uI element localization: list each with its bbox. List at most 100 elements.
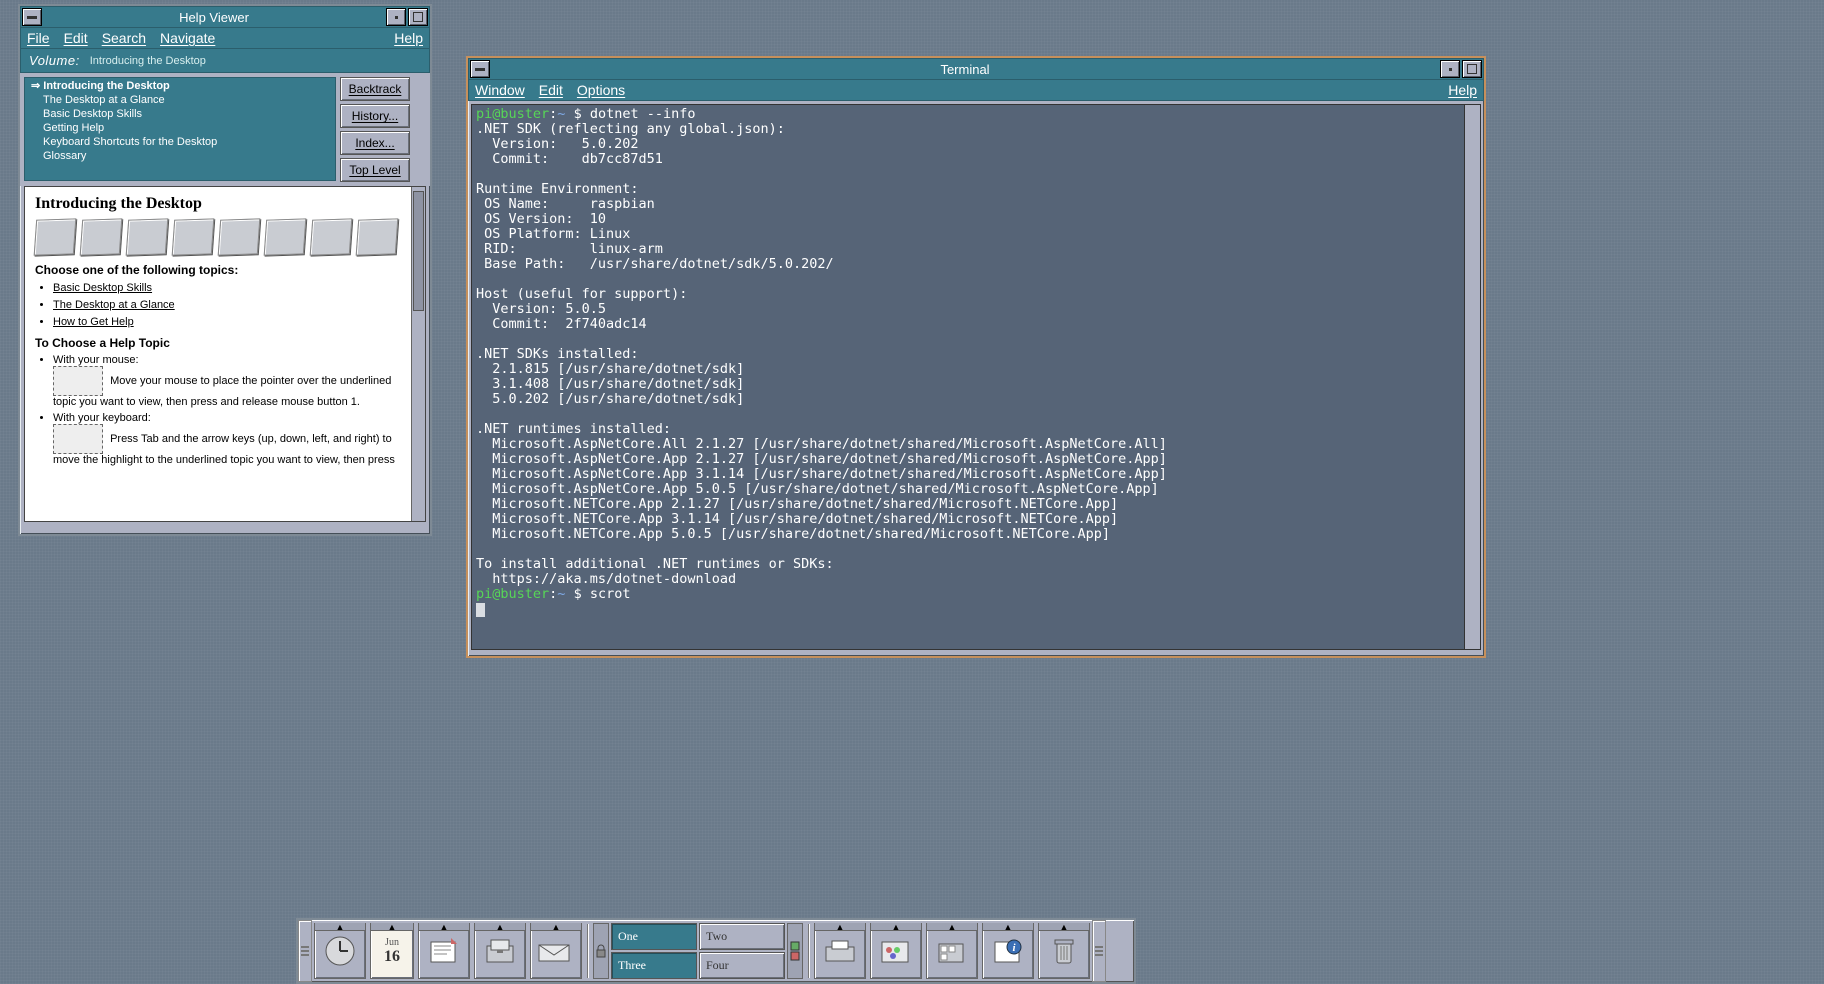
printer-tray[interactable]: ▲: [814, 923, 866, 979]
terminal-text: .NET SDK (reflecting any global.json): V…: [476, 121, 1167, 587]
menu-edit[interactable]: Edit: [539, 82, 563, 98]
tray-arrow-icon[interactable]: ▲: [371, 923, 413, 931]
trash-tray[interactable]: ▲: [1038, 923, 1090, 979]
command-text: scrot: [590, 586, 631, 602]
help-document[interactable]: Introducing the Desktop Choose one of th…: [24, 186, 426, 522]
menu-search[interactable]: Search: [102, 30, 146, 46]
topic-tree[interactable]: Introducing the Desktop The Desktop at a…: [24, 77, 336, 181]
filemanager-tray[interactable]: ▲: [474, 923, 526, 979]
workspace-two[interactable]: Two: [699, 923, 785, 950]
tray-arrow-icon[interactable]: ▲: [1039, 923, 1089, 931]
terminal-window: Terminal Window Edit Options Help pi@bus…: [466, 56, 1486, 658]
front-panel: ▲ ▲ Jun 16 ▲ ▲ ▲ One Two Three Four ▲ ▲: [296, 918, 1136, 984]
tray-arrow-icon[interactable]: ▲: [871, 923, 921, 931]
terminal-scrollbar[interactable]: [1464, 105, 1480, 649]
toplevel-button[interactable]: Top Level: [340, 158, 410, 182]
workspace-three[interactable]: Three: [611, 952, 697, 979]
help-tray[interactable]: ▲ i: [982, 923, 1034, 979]
topic-root[interactable]: Introducing the Desktop: [25, 78, 335, 93]
notes-icon: [172, 218, 215, 255]
terminal-menubar: Window Edit Options Help: [468, 80, 1484, 101]
mail-icon: [356, 218, 399, 255]
tray-arrow-icon[interactable]: ▲: [531, 923, 581, 931]
doc-link[interactable]: How to Get Help: [53, 316, 134, 328]
topic-item[interactable]: The Desktop at a Glance: [25, 93, 335, 107]
tray-arrow-icon[interactable]: ▲: [983, 923, 1033, 931]
workspace-four[interactable]: Four: [699, 952, 785, 979]
topic-item[interactable]: Glossary: [25, 149, 335, 163]
doc-link[interactable]: Basic Desktop Skills: [53, 282, 152, 294]
mail-tray[interactable]: ▲: [530, 923, 582, 979]
monitor-icon: [264, 218, 307, 255]
clock-tray[interactable]: ▲: [314, 923, 366, 979]
topic-item[interactable]: Getting Help: [25, 121, 335, 135]
trash-icon: [1051, 935, 1077, 967]
minimize-button[interactable]: [1440, 60, 1460, 78]
step-text: Move your mouse to place the pointer ove…: [53, 375, 391, 408]
menu-help[interactable]: Help: [1448, 82, 1477, 98]
date-month: Jun: [385, 937, 399, 948]
tools-icon: [126, 218, 169, 255]
tray-arrow-icon[interactable]: ▲: [815, 923, 865, 931]
doc-link[interactable]: The Desktop at a Glance: [53, 299, 175, 311]
window-menu-button[interactable]: [470, 60, 490, 78]
topic-item[interactable]: Keyboard Shortcuts for the Desktop: [25, 135, 335, 149]
topic-item[interactable]: Basic Desktop Skills: [25, 107, 335, 121]
appmanager-tray[interactable]: ▲: [926, 923, 978, 979]
step-text: Press Tab and the arrow keys (up, down, …: [53, 433, 395, 466]
maximize-button[interactable]: [1462, 60, 1482, 78]
style-tray[interactable]: ▲: [870, 923, 922, 979]
doc-subheading: To Choose a Help Topic: [35, 336, 415, 350]
exit-icon: [789, 940, 801, 962]
terminal-output[interactable]: pi@buster:~ $ dotnet --info .NET SDK (re…: [471, 104, 1481, 650]
helpviewer-title: Help Viewer: [43, 10, 385, 25]
lock-icon: [595, 944, 607, 958]
index-button[interactable]: Index...: [340, 131, 410, 155]
help-scrollbar[interactable]: [411, 187, 425, 521]
keyboard-icon: [53, 424, 103, 454]
editor-tray[interactable]: ▲: [418, 923, 470, 979]
backtrack-button[interactable]: Backtrack: [340, 77, 410, 101]
exit-button[interactable]: [787, 923, 803, 979]
calendar-tray[interactable]: ▲ Jun 16: [370, 923, 414, 979]
menu-window[interactable]: Window: [475, 82, 525, 98]
helpviewer-titlebar[interactable]: Help Viewer: [20, 6, 430, 28]
minimize-button[interactable]: [386, 8, 406, 26]
toolbox-icon: [935, 936, 969, 966]
tray-arrow-icon[interactable]: ▲: [419, 923, 469, 931]
maximize-button[interactable]: [408, 8, 428, 26]
palette-icon: [879, 936, 913, 966]
prompt-path: ~: [557, 586, 565, 602]
terminal-titlebar[interactable]: Terminal: [468, 58, 1484, 80]
prompt-user: pi@buster: [476, 586, 549, 602]
window-menu-button[interactable]: [22, 8, 42, 26]
panel-handle-right[interactable]: [1092, 920, 1106, 982]
command-text: dotnet --info: [590, 106, 696, 122]
step-label: With your mouse:: [53, 354, 139, 366]
doc-subheading: Choose one of the following topics:: [35, 263, 415, 277]
doc-icon-row: [35, 219, 415, 255]
doc-heading: Introducing the Desktop: [35, 195, 415, 213]
menu-help[interactable]: Help: [394, 30, 423, 46]
workspace-switcher: One Two Three Four: [593, 923, 803, 979]
cursor: [476, 603, 485, 617]
lock-button[interactable]: [593, 923, 609, 979]
history-button[interactable]: History...: [340, 104, 410, 128]
menu-file[interactable]: File: [27, 30, 50, 46]
menu-options[interactable]: Options: [577, 82, 625, 98]
tray-arrow-icon[interactable]: ▲: [315, 923, 365, 931]
volume-label: Volume:: [29, 53, 80, 68]
clock-icon: [323, 934, 357, 968]
panel-handle-left[interactable]: [298, 920, 312, 982]
menu-edit[interactable]: Edit: [64, 30, 88, 46]
prompt-user: pi@buster: [476, 106, 549, 122]
mouse-icon: [53, 366, 103, 396]
menu-navigate[interactable]: Navigate: [160, 30, 215, 46]
terminal-title: Terminal: [491, 62, 1439, 77]
text-editor-icon: [427, 936, 461, 966]
tray-arrow-icon[interactable]: ▲: [927, 923, 977, 931]
volume-bar: Volume: Introducing the Desktop: [20, 49, 430, 73]
workspace-one[interactable]: One: [611, 923, 697, 950]
tray-arrow-icon[interactable]: ▲: [475, 923, 525, 931]
date-day: 16: [384, 948, 400, 966]
